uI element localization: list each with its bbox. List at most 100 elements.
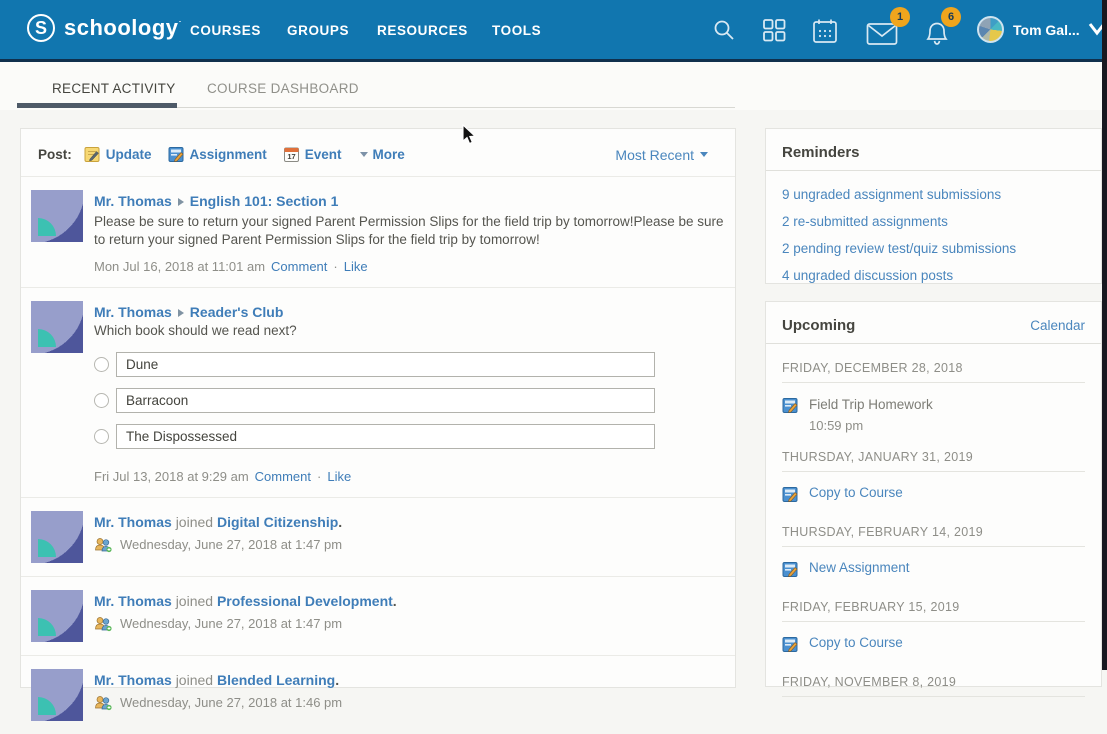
- avatar[interactable]: [31, 190, 83, 242]
- author-link[interactable]: Mr. Thomas: [94, 514, 172, 530]
- author-link[interactable]: Mr. Thomas: [94, 593, 172, 609]
- period: .: [335, 672, 339, 688]
- event-title[interactable]: New Assignment: [809, 560, 910, 583]
- comment-link[interactable]: Comment: [255, 469, 311, 484]
- avatar-accent: [38, 218, 56, 236]
- post-label: Post:: [38, 147, 72, 162]
- breadcrumb-arrow-icon: [178, 198, 184, 206]
- avatar-accent: [38, 618, 56, 636]
- post-more-label: More: [373, 147, 405, 162]
- event-title[interactable]: Copy to Course: [809, 635, 903, 658]
- timestamp: Wednesday, June 27, 2018 at 1:47 pm: [120, 616, 342, 631]
- svg-text:17: 17: [287, 152, 295, 161]
- upcoming-date-header: THURSDAY, JANUARY 31, 2019: [782, 435, 1085, 472]
- like-link[interactable]: Like: [344, 259, 368, 274]
- post-update-button[interactable]: Update: [84, 146, 152, 163]
- feed-item-joined: Mr. Thomas joined Blended Learning. Wedn…: [21, 655, 735, 734]
- calendar-link[interactable]: Calendar: [1030, 318, 1085, 333]
- post-more-button[interactable]: More: [358, 147, 405, 162]
- sort-most-recent-dropdown[interactable]: Most Recent: [615, 147, 713, 163]
- apps-grid-icon[interactable]: [762, 18, 787, 48]
- post-assignment-label: Assignment: [190, 147, 267, 162]
- upcoming-title: Upcoming: [782, 317, 855, 334]
- reminder-link[interactable]: 9 ungraded assignment submissions: [782, 181, 1085, 208]
- meta-dot: ·: [333, 259, 337, 274]
- user-avatar[interactable]: [977, 16, 1004, 43]
- feed-title: Mr. Thomas joined Professional Developme…: [94, 593, 715, 609]
- poll-option-input[interactable]: [116, 424, 655, 449]
- window-scrollbar-edge[interactable]: [1102, 0, 1107, 670]
- reminder-link[interactable]: 2 re-submitted assignments: [782, 208, 1085, 235]
- upcoming-header: Upcoming Calendar: [766, 302, 1101, 344]
- upcoming-date-header: FRIDAY, FEBRUARY 15, 2019: [782, 585, 1085, 622]
- feed-meta: Wednesday, June 27, 2018 at 1:47 pm: [94, 537, 715, 553]
- assignment-icon: [782, 486, 799, 508]
- author-link[interactable]: Mr. Thomas: [94, 193, 172, 209]
- event-icon: 17: [283, 146, 300, 163]
- avatar[interactable]: [31, 301, 83, 353]
- messages-icon[interactable]: [866, 22, 898, 51]
- poll-option-input[interactable]: [116, 352, 655, 377]
- top-navbar: S schoology˙ COURSES GROUPS RESOURCES TO…: [0, 0, 1107, 62]
- feed-title: Mr. Thomas joined Digital Citizenship.: [94, 514, 715, 530]
- nav-courses[interactable]: COURSES: [190, 23, 261, 38]
- reminder-link[interactable]: 2 pending review test/quiz submissions: [782, 235, 1085, 262]
- schoology-logo[interactable]: S schoology˙: [27, 14, 182, 42]
- joined-people-icon: [94, 695, 112, 711]
- event-title[interactable]: Copy to Course: [809, 485, 903, 508]
- upcoming-card: Upcoming Calendar FRIDAY, DECEMBER 28, 2…: [765, 301, 1102, 687]
- poll-radio[interactable]: [94, 357, 109, 372]
- schoology-logo-text: schoology˙: [64, 15, 182, 41]
- search-icon[interactable]: [712, 18, 736, 47]
- avatar-accent: [38, 329, 56, 347]
- poll-radio[interactable]: [94, 393, 109, 408]
- event-title[interactable]: Field Trip Homework: [809, 397, 933, 412]
- author-link[interactable]: Mr. Thomas: [94, 672, 172, 688]
- post-event-button[interactable]: 17 Event: [283, 146, 342, 163]
- period: .: [338, 514, 342, 530]
- tab-course-dashboard[interactable]: COURSE DASHBOARD: [207, 81, 359, 96]
- reminders-list: 9 ungraded assignment submissions 2 re-s…: [766, 171, 1101, 299]
- poll-option-row: [94, 424, 715, 449]
- feed-title: Mr. Thomas Reader's Club: [94, 304, 715, 320]
- tab-recent-activity[interactable]: RECENT ACTIVITY: [52, 81, 176, 96]
- nav-groups[interactable]: GROUPS: [287, 23, 349, 38]
- feed-body: Mr. ThomasEnglish 101: Section 1 Please …: [94, 190, 715, 274]
- poll-radio[interactable]: [94, 429, 109, 444]
- course-link[interactable]: Digital Citizenship: [217, 514, 338, 530]
- feed-body: Mr. ThomasReader's Club Which book shoul…: [94, 301, 715, 483]
- upcoming-event: Copy to Course: [782, 485, 1085, 508]
- assignment-icon: [782, 397, 799, 433]
- feed-meta: Mon Jul 16, 2018 at 11:01 am Comment · L…: [94, 259, 715, 274]
- more-caret-down-icon: [360, 152, 368, 157]
- author-link[interactable]: Mr. Thomas: [94, 304, 172, 320]
- upcoming-date-header: THURSDAY, FEBRUARY 14, 2019: [782, 510, 1085, 547]
- nav-tools[interactable]: TOOLS: [492, 23, 541, 38]
- calendar-icon[interactable]: [812, 18, 838, 49]
- avatar[interactable]: [31, 590, 83, 642]
- avatar[interactable]: [31, 669, 83, 721]
- avatar[interactable]: [31, 511, 83, 563]
- sort-label: Most Recent: [615, 147, 694, 163]
- course-link[interactable]: Blended Learning: [217, 672, 335, 688]
- group-link[interactable]: Reader's Club: [190, 304, 284, 320]
- reminders-card: Reminders 9 ungraded assignment submissi…: [765, 128, 1102, 284]
- user-name[interactable]: Tom Gal...: [1013, 22, 1080, 38]
- like-link[interactable]: Like: [327, 469, 351, 484]
- course-link[interactable]: Professional Development: [217, 593, 393, 609]
- poll-option-input[interactable]: [116, 388, 655, 413]
- course-link[interactable]: English 101: Section 1: [190, 193, 339, 209]
- upcoming-date-header: FRIDAY, DECEMBER 28, 2018: [782, 346, 1085, 383]
- reminder-link[interactable]: 4 ungraded discussion posts: [782, 262, 1085, 289]
- reminders-title: Reminders: [766, 129, 1101, 171]
- post-assignment-button[interactable]: Assignment: [168, 146, 267, 163]
- joined-verb: joined: [176, 672, 213, 688]
- post-update-label: Update: [106, 147, 152, 162]
- timestamp: Wednesday, June 27, 2018 at 1:46 pm: [120, 695, 342, 710]
- messages-badge[interactable]: 1: [890, 7, 910, 27]
- post-bar: Post: Update Assignme: [21, 129, 735, 176]
- comment-link[interactable]: Comment: [271, 259, 327, 274]
- nav-resources[interactable]: RESOURCES: [377, 23, 468, 38]
- feed-title: Mr. Thomas joined Blended Learning.: [94, 672, 715, 688]
- notifications-badge[interactable]: 6: [941, 7, 961, 27]
